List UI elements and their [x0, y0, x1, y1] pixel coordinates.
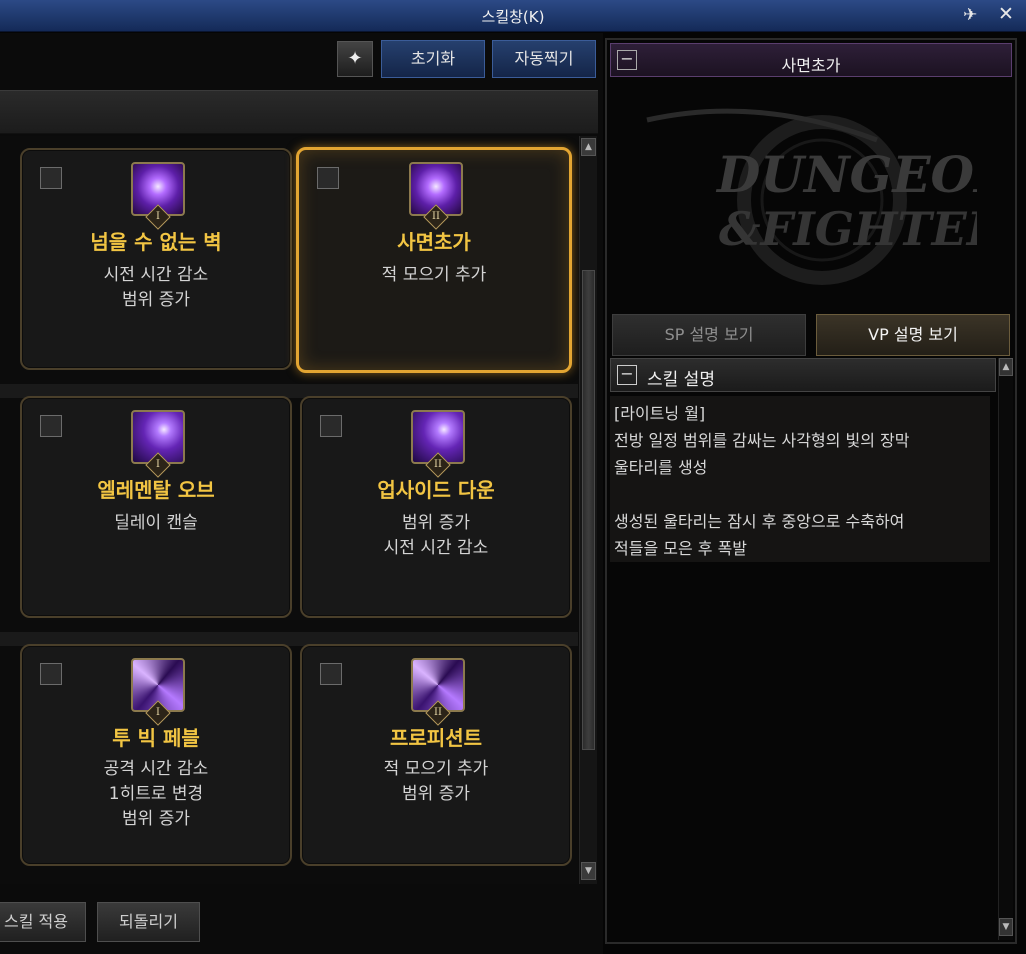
scroll-up-icon[interactable]: ▲	[581, 138, 596, 156]
skill-effect: 적 모으기 추가	[383, 759, 489, 779]
skill-name: 업사이드 다운	[377, 478, 495, 502]
skill-checkbox[interactable]	[40, 415, 62, 437]
revert-button[interactable]: 되돌리기	[97, 902, 200, 942]
skill-effect: 시전 시간 감소	[103, 265, 209, 285]
skill-effect: 적 모으기 추가	[381, 265, 487, 285]
section-title: 스킬 설명	[647, 370, 715, 390]
skill-checkbox[interactable]	[320, 415, 342, 437]
skill-checkbox[interactable]	[40, 663, 62, 685]
description-line: 울타리를 생성	[614, 458, 708, 477]
skill-name: 프로피션트	[390, 726, 482, 750]
description-scrollbar[interactable]: ▲ ▼	[998, 358, 1013, 940]
skill-effect: 범위 증가	[402, 513, 470, 533]
description-line: 생성된 울타리는 잠시 후 중앙으로 수축하여	[614, 512, 905, 531]
skill-effect: 공격 시간 감소	[103, 759, 209, 779]
logo-text-bottom: &FIGHTER	[719, 202, 977, 256]
pin-icon[interactable]: ✈	[963, 5, 977, 25]
skill-card[interactable]: I 엘레멘탈 오브 딜레이 캔슬	[20, 396, 292, 618]
dungeon-fighter-logo: DUNGEON &FIGHTER	[646, 108, 977, 285]
description-line: 적들을 모은 후 폭발	[614, 539, 748, 558]
shuriken-icon: ✦	[347, 48, 363, 69]
skill-name: 사면초가	[397, 230, 471, 254]
collapse-icon[interactable]: −	[617, 365, 637, 385]
skill-effect: 범위 증가	[402, 784, 470, 804]
scroll-down-icon[interactable]: ▼	[581, 862, 596, 880]
close-icon[interactable]: ✕	[998, 3, 1014, 25]
skill-card[interactable]: II 업사이드 다운 범위 증가 시전 시간 감소	[300, 396, 572, 618]
tab-vp-description[interactable]: VP 설명 보기	[816, 314, 1010, 356]
skill-checkbox[interactable]	[317, 167, 339, 189]
skill-effect: 시전 시간 감소	[383, 538, 489, 558]
skill-description-header[interactable]: − 스킬 설명	[610, 358, 996, 392]
skill-card-selected[interactable]: II 사면초가 적 모으기 추가	[296, 147, 572, 373]
detail-header[interactable]: − 사면초가	[610, 43, 1012, 77]
skill-list-scrollbar[interactable]: ▲ ▼	[579, 136, 597, 884]
skill-effect: 범위 증가	[122, 809, 190, 829]
scrollbar-thumb[interactable]	[582, 270, 595, 750]
skill-detail-panel: − 사면초가 DUNGEON &FIGHTER SP 설명 보기 VP 설명 보…	[605, 38, 1017, 944]
skill-effect: 딜레이 캔슬	[114, 513, 198, 533]
description-line	[614, 481, 986, 508]
skill-effect: 1히트로 변경	[108, 784, 204, 804]
description-line: 전방 일정 범위를 감싸는 사각형의 빛의 장막	[614, 431, 910, 450]
skill-list-header	[0, 90, 598, 134]
detail-title: 사면초가	[781, 56, 841, 75]
apply-skill-button[interactable]: 스킬 적용	[0, 902, 86, 942]
skill-name: 넘을 수 없는 벽	[90, 230, 222, 254]
skill-checkbox[interactable]	[320, 663, 342, 685]
skill-name: 엘레멘탈 오브	[97, 478, 215, 502]
description-line: [라이트닝 월]	[614, 404, 706, 423]
tab-sp-description[interactable]: SP 설명 보기	[612, 314, 806, 356]
auto-assign-button[interactable]: 자동찍기	[492, 40, 596, 78]
skill-card[interactable]: I 넘을 수 없는 벽 시전 시간 감소 범위 증가	[20, 148, 292, 370]
scroll-down-icon[interactable]: ▼	[999, 918, 1013, 936]
window-title-bar[interactable]: 스킬창(K) ✈ ✕	[0, 0, 1026, 32]
skill-card[interactable]: I 투 빅 페블 공격 시간 감소 1히트로 변경 범위 증가	[20, 644, 292, 866]
skill-checkbox[interactable]	[40, 167, 62, 189]
logo-text-top: DUNGEON	[715, 145, 977, 204]
scroll-up-icon[interactable]: ▲	[999, 358, 1013, 376]
window-title: 스킬창(K)	[481, 8, 545, 26]
skill-description-text: [라이트닝 월] 전방 일정 범위를 감싸는 사각형의 빛의 장막 울타리를 생…	[610, 396, 990, 562]
reset-button[interactable]: 초기화	[381, 40, 485, 78]
skill-effect: 범위 증가	[122, 290, 190, 310]
skill-card[interactable]: II 프로피션트 적 모으기 추가 범위 증가	[300, 644, 572, 866]
skill-name: 투 빅 페블	[112, 726, 200, 750]
skill-type-filter-button[interactable]: ✦	[337, 41, 373, 77]
